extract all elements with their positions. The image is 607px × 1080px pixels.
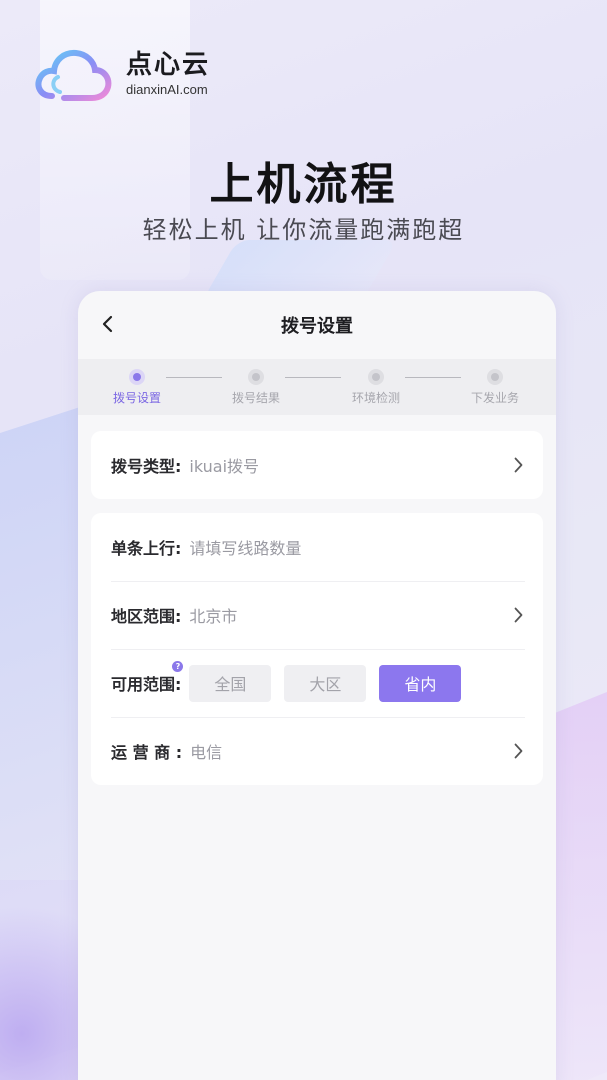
dial-type-section: 拨号类型: ikuai拨号 (91, 431, 543, 499)
uplink-input[interactable]: 请填写线路数量 (189, 535, 525, 559)
uplink-row[interactable]: 单条上行: 请填写线路数量 (91, 513, 543, 581)
available-range-label: 可用范围: ? (111, 661, 184, 695)
step-dot (487, 369, 503, 385)
chevron-left-icon (102, 315, 113, 333)
brand-logo: 点心云 dianxinAI.com (34, 40, 210, 106)
brand-domain: dianxinAI.com (126, 81, 208, 97)
available-range-row: 可用范围: ? 全国 大区 省内 (91, 649, 543, 717)
brand-name: 点心云 (126, 49, 211, 80)
help-icon[interactable]: ? (172, 661, 184, 672)
dial-type-value: ikuai拨号 (189, 457, 260, 476)
hero-subtitle: 轻松上机 让你流量跑满跑超 (142, 216, 465, 244)
region-value: 北京市 (189, 607, 238, 626)
region-row[interactable]: 地区范围: 北京市 (91, 581, 543, 649)
cloud-logo-icon (35, 49, 112, 101)
available-range-label-text: 可用范围: (111, 675, 182, 694)
chevron-right-icon (511, 606, 525, 624)
step-env-check: 环境检测 (336, 369, 416, 406)
operator-value: 电信 (190, 743, 223, 762)
step-dial-settings: 拨号设置 (97, 369, 177, 406)
chevron-right-icon (511, 742, 525, 760)
range-option-province[interactable]: 省内 (379, 664, 462, 702)
dial-type-row[interactable]: 拨号类型: ikuai拨号 (91, 431, 543, 499)
step-connector (285, 377, 341, 378)
step-dot (368, 369, 384, 385)
uplink-label: 单条上行: (111, 539, 182, 558)
step-label: 环境检测 (351, 391, 400, 405)
step-dot (129, 369, 145, 385)
step-connector (405, 377, 461, 378)
operator-row[interactable]: 运 营 商 : 电信 (91, 717, 543, 785)
step-label: 拨号结果 (231, 391, 280, 405)
settings-section: 单条上行: 请填写线路数量 地区范围: 北京市 可用范围: ? 全国 大区 省内… (91, 513, 543, 785)
range-option-national[interactable]: 全国 (189, 664, 272, 702)
step-label: 拨号设置 (112, 391, 161, 405)
step-label: 下发业务 (470, 391, 519, 405)
hero-title: 上机流程 (209, 159, 398, 210)
range-option-region[interactable]: 大区 (284, 664, 367, 702)
back-button[interactable] (94, 311, 120, 337)
region-label: 地区范围: (111, 607, 182, 626)
phone-card: 拨号设置 拨号设置 拨号结果 环境检测 下发业务 拨号类型: ikuai拨号 单… (78, 291, 556, 1080)
progress-steps: 拨号设置 拨号结果 环境检测 下发业务 (78, 359, 556, 415)
step-dot (248, 369, 264, 385)
step-connector (166, 377, 222, 378)
step-dial-result: 拨号结果 (216, 369, 296, 406)
dial-type-label: 拨号类型: (111, 457, 182, 476)
step-dispatch: 下发业务 (455, 369, 535, 406)
operator-label: 运 营 商 : (111, 743, 183, 762)
range-options: 全国 大区 省内 (189, 664, 474, 702)
chevron-right-icon (511, 456, 525, 474)
card-title: 拨号设置 (281, 316, 353, 337)
card-header: 拨号设置 (78, 291, 556, 359)
